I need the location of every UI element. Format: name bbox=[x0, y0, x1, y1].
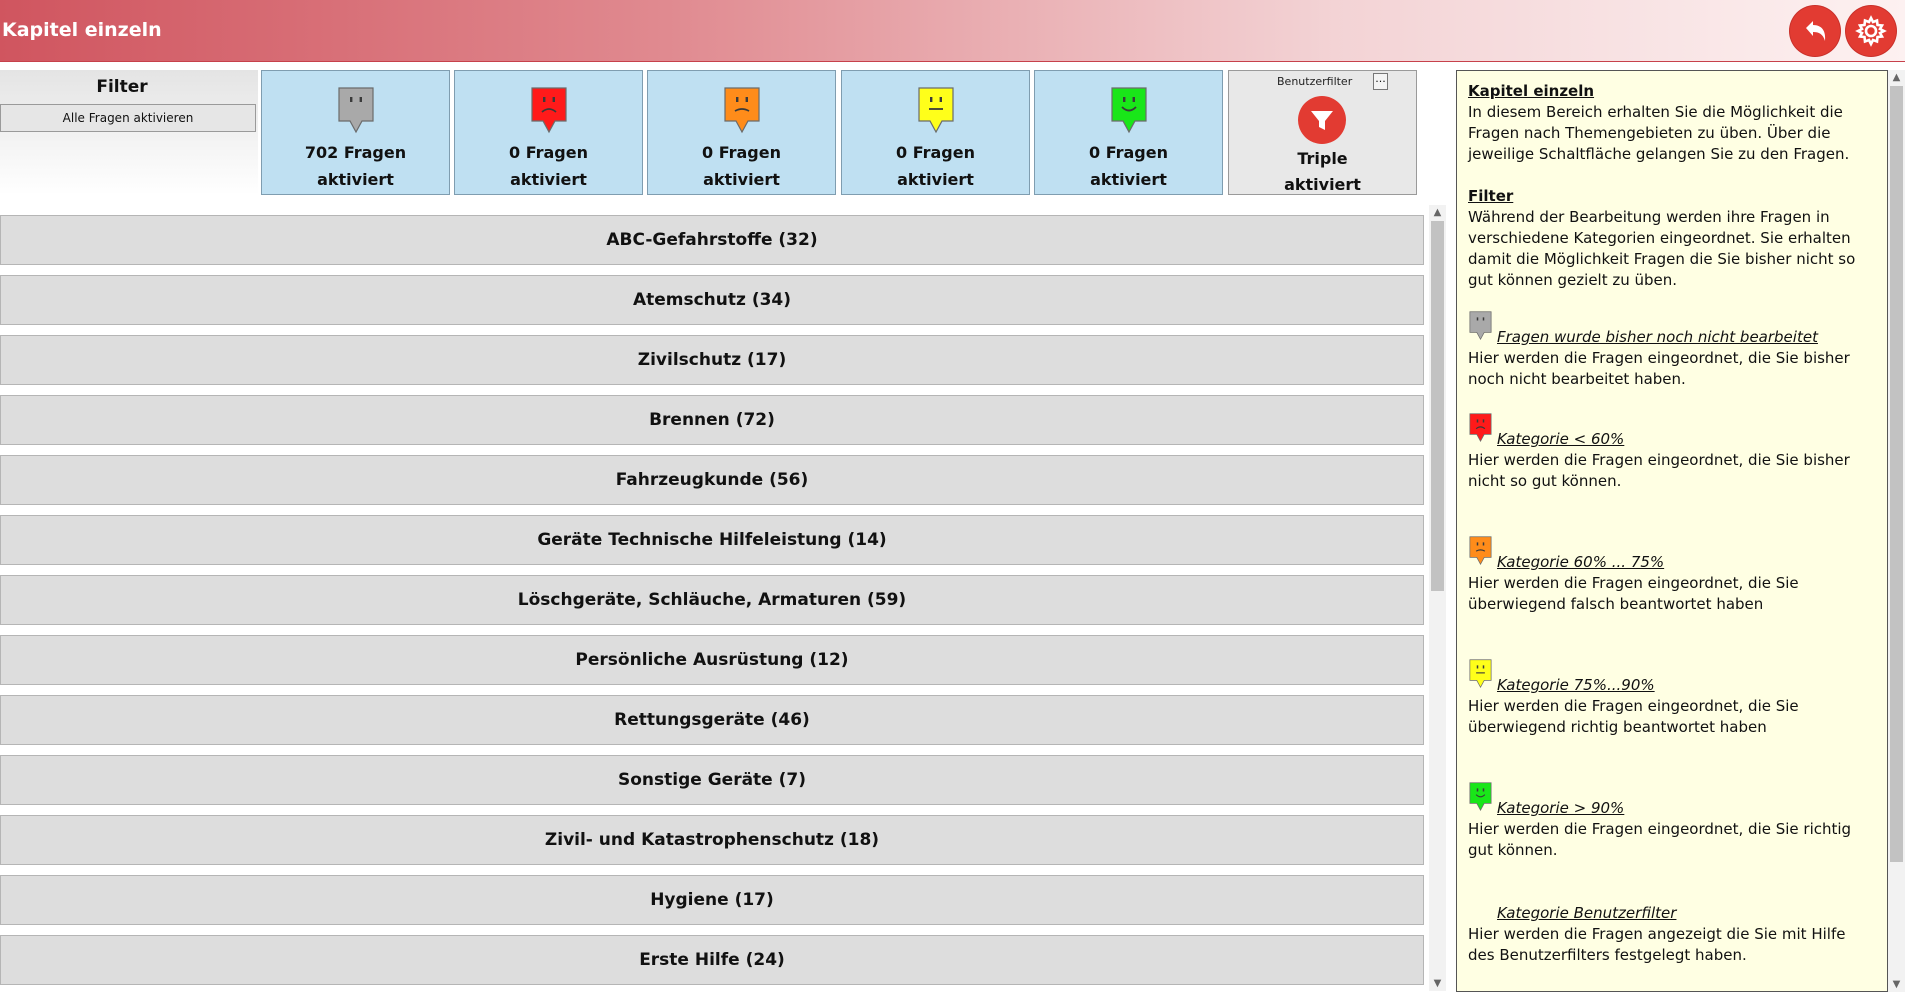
chapter-button[interactable]: Erste Hilfe (24) bbox=[0, 935, 1424, 985]
chapter-button[interactable]: Löschgeräte, Schläuche, Armaturen (59) bbox=[0, 575, 1424, 625]
neutral-face-icon bbox=[336, 85, 376, 135]
tile-count: 0 Fragen bbox=[509, 143, 588, 162]
user-filter-status: aktiviert bbox=[1284, 175, 1361, 194]
scroll-down-arrow-icon[interactable]: ▼ bbox=[1888, 977, 1905, 992]
filter-title: Filter bbox=[96, 77, 148, 97]
help-category-block: Kategorie > 90% Hier werden die Fragen ei… bbox=[1468, 780, 1868, 861]
help-category-block: Kategorie 75%...90% Hier werden die Frage… bbox=[1468, 657, 1868, 738]
chapter-list: ABC-Gefahrstoffe (32) Atemschutz (34) Zivi… bbox=[0, 215, 1425, 991]
filter-tile-gray[interactable]: 702 Fragen aktiviert bbox=[261, 70, 450, 195]
meh-face-icon bbox=[722, 85, 762, 135]
gear-icon bbox=[1855, 15, 1887, 47]
meh-face-icon bbox=[1468, 534, 1497, 573]
chapter-button[interactable]: Zivilschutz (17) bbox=[0, 335, 1424, 385]
happy-face-icon bbox=[1468, 780, 1497, 819]
settings-button[interactable] bbox=[1846, 6, 1896, 56]
chapter-button[interactable]: Atemschutz (34) bbox=[0, 275, 1424, 325]
user-filter-count: Triple bbox=[1297, 149, 1348, 168]
scrollbar-thumb[interactable] bbox=[1890, 86, 1903, 862]
scroll-up-arrow-icon[interactable]: ▲ bbox=[1429, 205, 1446, 220]
chapter-button[interactable]: Brennen (72) bbox=[0, 395, 1424, 445]
help-category-title: Fragen wurde bisher noch nicht bearbeite… bbox=[1497, 328, 1818, 346]
chapter-button[interactable]: Sonstige Geräte (7) bbox=[0, 755, 1424, 805]
filter-tile-orange[interactable]: 0 Fragen aktiviert bbox=[647, 70, 836, 195]
neutral-face-icon bbox=[1468, 309, 1497, 348]
chapter-button[interactable]: Zivil- und Katastrophenschutz (18) bbox=[0, 815, 1424, 865]
sad-face-icon bbox=[529, 85, 569, 135]
help-intro: In diesem Bereich erhalten Sie die Mögli… bbox=[1468, 103, 1850, 163]
tile-count: 0 Fragen bbox=[896, 143, 975, 162]
help-category-text: Hier werden die Fragen eingeordnet, die … bbox=[1468, 820, 1852, 859]
help-category-block: Kategorie < 60% Hier werden die Fragen ei… bbox=[1468, 411, 1868, 492]
tile-status: aktiviert bbox=[703, 170, 780, 189]
user-filter-tile[interactable]: Benutzerfilter ... Triple aktiviert bbox=[1228, 70, 1417, 195]
user-filter-more-button[interactable]: ... bbox=[1373, 73, 1388, 90]
help-category-block: Kategorie 60% ... 75% Hier werden die Fra… bbox=[1468, 534, 1868, 615]
tile-count: 0 Fragen bbox=[702, 143, 781, 162]
help-panel-scrollbar[interactable]: ▲ ▼ bbox=[1888, 70, 1905, 992]
help-category-block: Fragen wurde bisher noch nicht bearbeite… bbox=[1468, 309, 1868, 390]
filter-panel: Filter Alle Fragen aktivieren bbox=[0, 70, 258, 195]
help-category-title: Kategorie > 90% bbox=[1497, 799, 1625, 817]
chapter-button[interactable]: Fahrzeugkunde (56) bbox=[0, 455, 1424, 505]
tile-status: aktiviert bbox=[1090, 170, 1167, 189]
back-button[interactable] bbox=[1790, 6, 1840, 56]
tile-count: 702 Fragen bbox=[304, 143, 407, 162]
flat-face-icon bbox=[1468, 657, 1497, 696]
sad-face-icon bbox=[1468, 411, 1497, 450]
chapter-button[interactable]: Geräte Technische Hilfeleistung (14) bbox=[0, 515, 1424, 565]
chapter-button[interactable]: Hygiene (17) bbox=[0, 875, 1424, 925]
tile-count: 0 Fragen bbox=[1089, 143, 1168, 162]
flat-face-icon bbox=[916, 85, 956, 135]
tile-status: aktiviert bbox=[510, 170, 587, 189]
help-category-text: Hier werden die Fragen eingeordnet, die … bbox=[1468, 349, 1850, 388]
help-category-text: Hier werden die Fragen angezeigt die Sie… bbox=[1468, 925, 1846, 964]
title-bar: Kapitel einzeln bbox=[0, 0, 1905, 62]
user-filter-label: Benutzerfilter bbox=[1277, 75, 1353, 88]
undo-arrow-icon bbox=[1806, 21, 1826, 41]
filter-tile-red[interactable]: 0 Fragen aktiviert bbox=[454, 70, 643, 195]
scroll-down-arrow-icon[interactable]: ▼ bbox=[1429, 976, 1446, 991]
help-category-text: Hier werden die Fragen eingeordnet, die … bbox=[1468, 451, 1850, 490]
scroll-up-arrow-icon[interactable]: ▲ bbox=[1888, 70, 1905, 85]
tile-status: aktiviert bbox=[317, 170, 394, 189]
chapter-button[interactable]: ABC-Gefahrstoffe (32) bbox=[0, 215, 1424, 265]
chapter-list-scrollbar[interactable]: ▲ ▼ bbox=[1429, 205, 1446, 991]
help-category-text: Hier werden die Fragen eingeordnet, die … bbox=[1468, 697, 1799, 736]
happy-face-icon bbox=[1109, 85, 1149, 135]
help-category-title: Kategorie < 60% bbox=[1497, 430, 1625, 448]
help-category-title: Kategorie 60% ... 75% bbox=[1497, 553, 1665, 571]
activate-all-button[interactable]: Alle Fragen aktivieren bbox=[0, 104, 256, 132]
filter-tile-yellow[interactable]: 0 Fragen aktiviert bbox=[841, 70, 1030, 195]
help-filter-title: Filter bbox=[1468, 187, 1514, 205]
help-category-title: Kategorie 75%...90% bbox=[1497, 676, 1655, 694]
help-category-block: Kategorie Benutzerfilter Hier werden die … bbox=[1468, 903, 1868, 966]
help-panel: Kapitel einzeln In diesem Bereich erhalt… bbox=[1456, 70, 1888, 992]
chapter-button[interactable]: Persönliche Ausrüstung (12) bbox=[0, 635, 1424, 685]
help-title: Kapitel einzeln bbox=[1468, 82, 1595, 100]
page-title: Kapitel einzeln bbox=[2, 19, 162, 41]
tile-status: aktiviert bbox=[897, 170, 974, 189]
help-filter-text: Während der Bearbeitung werden ihre Frag… bbox=[1468, 208, 1856, 289]
chapter-button[interactable]: Rettungsgeräte (46) bbox=[0, 695, 1424, 745]
funnel-icon bbox=[1298, 96, 1346, 144]
scrollbar-thumb[interactable] bbox=[1431, 221, 1444, 591]
help-category-text: Hier werden die Fragen eingeordnet, die … bbox=[1468, 574, 1799, 613]
help-category-title: Kategorie Benutzerfilter bbox=[1497, 904, 1677, 922]
filter-tile-green[interactable]: 0 Fragen aktiviert bbox=[1034, 70, 1223, 195]
